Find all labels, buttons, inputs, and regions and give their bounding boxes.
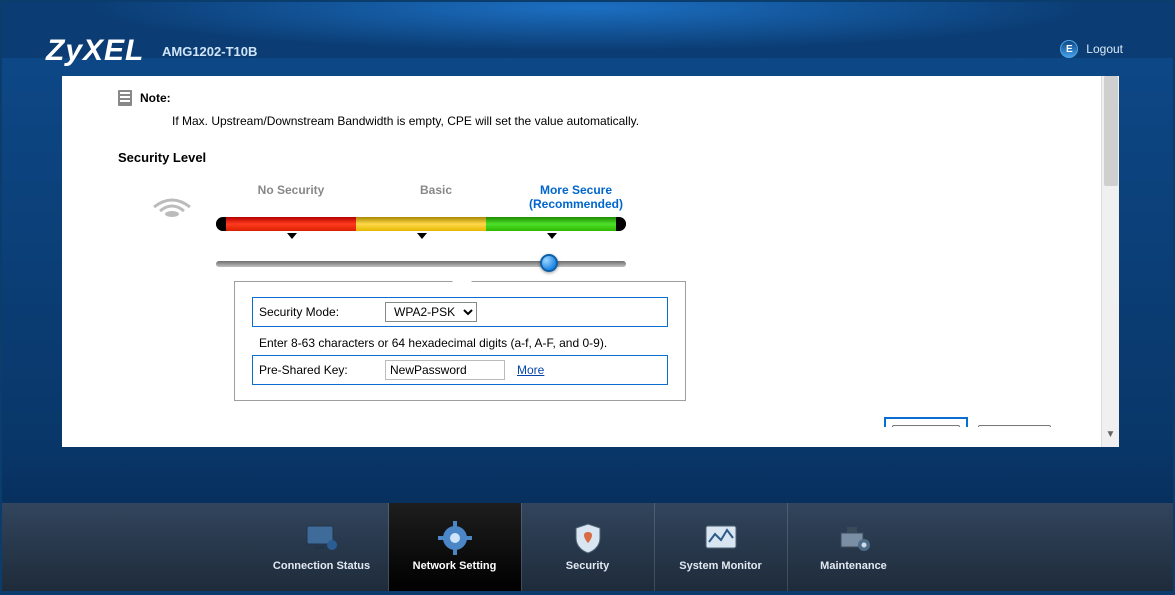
- security-mode-label: Security Mode:: [259, 305, 379, 319]
- model-name: AMG1202-T10B: [162, 44, 257, 59]
- scrollbar[interactable]: ▲ ▼: [1101, 76, 1119, 447]
- security-mode-row: Security Mode: WPA2-PSK: [253, 298, 667, 326]
- security-level-bar: [216, 217, 626, 231]
- level-label-none: No Security: [216, 183, 366, 211]
- psk-input[interactable]: [385, 360, 505, 380]
- scroll-thumb[interactable]: [1104, 76, 1118, 186]
- content-panel: Note: If Max. Upstream/Downstream Bandwi…: [62, 76, 1101, 447]
- security-settings-box: Security Mode: WPA2-PSK Enter 8-63 chara…: [234, 281, 686, 401]
- nav-security[interactable]: Security: [522, 503, 654, 591]
- wifi-icon: [150, 189, 194, 219]
- nav-label: Connection Status: [273, 560, 370, 572]
- monitor-icon: [302, 522, 342, 554]
- nav-label: Network Setting: [413, 560, 497, 572]
- level-label-more: More Secure (Recommended): [506, 183, 646, 211]
- level-ticks: [216, 231, 626, 241]
- nav-label: Security: [566, 560, 609, 572]
- psk-row: Pre-Shared Key: More: [253, 356, 667, 384]
- content-fade: [2, 453, 1173, 503]
- gear-icon: [435, 522, 475, 554]
- cancel-button[interactable]: Cancel: [978, 425, 1051, 427]
- security-level-slider[interactable]: [216, 261, 626, 267]
- chart-icon: [701, 522, 741, 554]
- note-body: If Max. Upstream/Downstream Bandwidth is…: [172, 114, 1051, 128]
- shield-icon: [568, 522, 608, 554]
- psk-more-link[interactable]: More: [517, 363, 544, 377]
- nav-network-setting[interactable]: Network Setting: [389, 503, 521, 591]
- nav-system-monitor[interactable]: System Monitor: [655, 503, 787, 591]
- psk-label: Pre-Shared Key:: [259, 363, 379, 377]
- toolbox-icon: [834, 522, 874, 554]
- brand-logo: ZyXEL: [46, 34, 144, 68]
- level-label-basic: Basic: [366, 183, 506, 211]
- nav-maintenance[interactable]: Maintenance: [788, 503, 920, 591]
- note-icon: [118, 90, 132, 106]
- note-heading: Note:: [140, 91, 171, 105]
- security-mode-select[interactable]: WPA2-PSK: [385, 302, 477, 322]
- scroll-down-arrow[interactable]: ▼: [1102, 429, 1119, 447]
- logout-button[interactable]: E Logout: [1060, 40, 1123, 58]
- nav-label: Maintenance: [820, 560, 887, 572]
- button-row: Apply Cancel: [118, 425, 1051, 427]
- apply-button[interactable]: Apply: [892, 425, 959, 427]
- section-heading-security-level: Security Level: [118, 150, 1051, 165]
- nav-connection-status[interactable]: Connection Status: [256, 503, 388, 591]
- nav-label: System Monitor: [679, 560, 762, 572]
- bottom-nav: Connection Status Network Setting Securi…: [2, 503, 1173, 591]
- psk-hint: Enter 8-63 characters or 64 hexadecimal …: [259, 336, 667, 350]
- logout-label: Logout: [1086, 42, 1123, 56]
- logout-icon: E: [1060, 40, 1078, 58]
- slider-knob[interactable]: [540, 254, 558, 272]
- header-bar: ZyXEL AMG1202-T10B E Logout: [2, 2, 1173, 58]
